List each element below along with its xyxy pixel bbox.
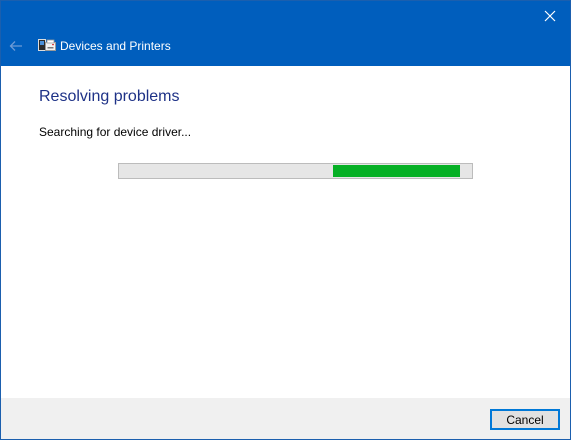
troubleshooter-window: Devices and Printers Resolving problems …: [0, 0, 571, 440]
close-button[interactable]: [530, 1, 570, 31]
devices-printers-icon: [38, 39, 56, 51]
arrow-left-icon: [9, 41, 22, 51]
page-title: Resolving problems: [39, 88, 180, 105]
title-bar: Devices and Printers: [1, 1, 570, 66]
window-title: Devices and Printers: [60, 39, 171, 53]
cancel-button[interactable]: Cancel: [490, 409, 560, 430]
back-button[interactable]: [5, 35, 27, 57]
status-text: Searching for device driver...: [39, 125, 192, 139]
footer-bar: [1, 398, 570, 439]
progress-bar: [118, 163, 473, 179]
close-icon: [544, 10, 556, 22]
progress-fill: [333, 165, 460, 177]
